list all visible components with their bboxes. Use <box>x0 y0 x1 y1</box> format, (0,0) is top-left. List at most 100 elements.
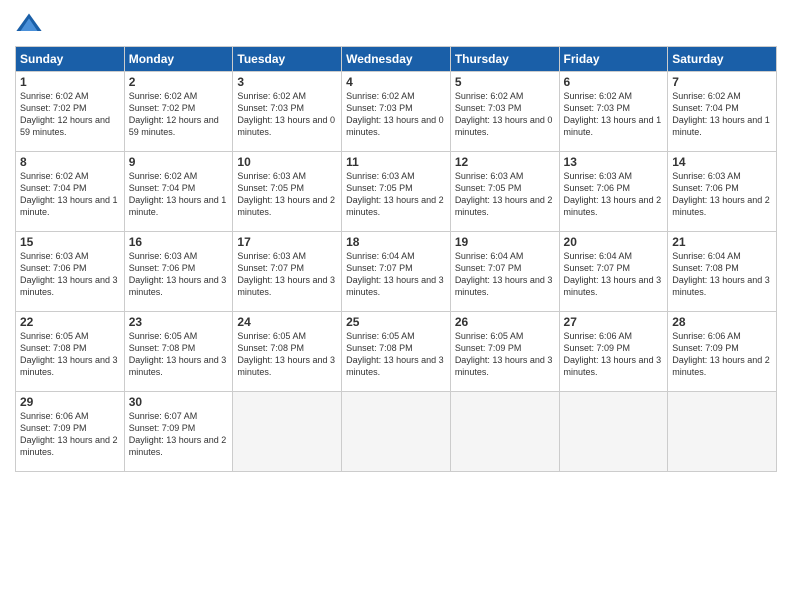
day-number: 29 <box>20 395 120 409</box>
day-info: Sunrise: 6:02 AMSunset: 7:02 PMDaylight:… <box>20 90 120 139</box>
day-info: Sunrise: 6:06 AMSunset: 7:09 PMDaylight:… <box>20 410 120 459</box>
day-info: Sunrise: 6:05 AMSunset: 7:08 PMDaylight:… <box>237 330 337 379</box>
calendar-cell: 4Sunrise: 6:02 AMSunset: 7:03 PMDaylight… <box>342 72 451 152</box>
day-number: 27 <box>564 315 664 329</box>
calendar-week-1: 1Sunrise: 6:02 AMSunset: 7:02 PMDaylight… <box>16 72 777 152</box>
calendar-cell: 14Sunrise: 6:03 AMSunset: 7:06 PMDayligh… <box>668 152 777 232</box>
day-number: 6 <box>564 75 664 89</box>
calendar-week-2: 8Sunrise: 6:02 AMSunset: 7:04 PMDaylight… <box>16 152 777 232</box>
day-number: 9 <box>129 155 229 169</box>
calendar-cell <box>450 392 559 472</box>
day-info: Sunrise: 6:03 AMSunset: 7:07 PMDaylight:… <box>237 250 337 299</box>
day-number: 5 <box>455 75 555 89</box>
calendar-cell: 22Sunrise: 6:05 AMSunset: 7:08 PMDayligh… <box>16 312 125 392</box>
day-number: 15 <box>20 235 120 249</box>
day-number: 19 <box>455 235 555 249</box>
day-number: 30 <box>129 395 229 409</box>
calendar-week-4: 22Sunrise: 6:05 AMSunset: 7:08 PMDayligh… <box>16 312 777 392</box>
day-number: 17 <box>237 235 337 249</box>
calendar-cell: 13Sunrise: 6:03 AMSunset: 7:06 PMDayligh… <box>559 152 668 232</box>
calendar-cell <box>559 392 668 472</box>
day-number: 10 <box>237 155 337 169</box>
calendar-cell: 24Sunrise: 6:05 AMSunset: 7:08 PMDayligh… <box>233 312 342 392</box>
calendar-cell: 5Sunrise: 6:02 AMSunset: 7:03 PMDaylight… <box>450 72 559 152</box>
day-info: Sunrise: 6:03 AMSunset: 7:05 PMDaylight:… <box>346 170 446 219</box>
calendar-cell: 9Sunrise: 6:02 AMSunset: 7:04 PMDaylight… <box>124 152 233 232</box>
day-number: 25 <box>346 315 446 329</box>
day-info: Sunrise: 6:03 AMSunset: 7:05 PMDaylight:… <box>455 170 555 219</box>
day-info: Sunrise: 6:02 AMSunset: 7:03 PMDaylight:… <box>346 90 446 139</box>
day-number: 21 <box>672 235 772 249</box>
day-info: Sunrise: 6:02 AMSunset: 7:02 PMDaylight:… <box>129 90 229 139</box>
day-info: Sunrise: 6:02 AMSunset: 7:03 PMDaylight:… <box>237 90 337 139</box>
day-number: 11 <box>346 155 446 169</box>
day-number: 12 <box>455 155 555 169</box>
calendar-cell: 18Sunrise: 6:04 AMSunset: 7:07 PMDayligh… <box>342 232 451 312</box>
day-number: 13 <box>564 155 664 169</box>
calendar-cell: 23Sunrise: 6:05 AMSunset: 7:08 PMDayligh… <box>124 312 233 392</box>
weekday-header-friday: Friday <box>559 47 668 72</box>
weekday-header-sunday: Sunday <box>16 47 125 72</box>
calendar-cell: 12Sunrise: 6:03 AMSunset: 7:05 PMDayligh… <box>450 152 559 232</box>
calendar-cell: 25Sunrise: 6:05 AMSunset: 7:08 PMDayligh… <box>342 312 451 392</box>
header <box>15 10 777 38</box>
calendar-cell: 30Sunrise: 6:07 AMSunset: 7:09 PMDayligh… <box>124 392 233 472</box>
calendar-header: SundayMondayTuesdayWednesdayThursdayFrid… <box>16 47 777 72</box>
calendar-body: 1Sunrise: 6:02 AMSunset: 7:02 PMDaylight… <box>16 72 777 472</box>
calendar-cell <box>342 392 451 472</box>
logo-icon <box>15 10 43 38</box>
day-info: Sunrise: 6:02 AMSunset: 7:03 PMDaylight:… <box>564 90 664 139</box>
day-number: 8 <box>20 155 120 169</box>
weekday-header-monday: Monday <box>124 47 233 72</box>
day-info: Sunrise: 6:04 AMSunset: 7:07 PMDaylight:… <box>455 250 555 299</box>
day-number: 26 <box>455 315 555 329</box>
day-number: 4 <box>346 75 446 89</box>
day-number: 7 <box>672 75 772 89</box>
calendar-cell: 2Sunrise: 6:02 AMSunset: 7:02 PMDaylight… <box>124 72 233 152</box>
day-info: Sunrise: 6:02 AMSunset: 7:04 PMDaylight:… <box>129 170 229 219</box>
calendar-cell: 19Sunrise: 6:04 AMSunset: 7:07 PMDayligh… <box>450 232 559 312</box>
day-info: Sunrise: 6:04 AMSunset: 7:08 PMDaylight:… <box>672 250 772 299</box>
calendar-cell: 10Sunrise: 6:03 AMSunset: 7:05 PMDayligh… <box>233 152 342 232</box>
day-info: Sunrise: 6:05 AMSunset: 7:08 PMDaylight:… <box>20 330 120 379</box>
day-info: Sunrise: 6:04 AMSunset: 7:07 PMDaylight:… <box>346 250 446 299</box>
day-number: 28 <box>672 315 772 329</box>
calendar-cell: 27Sunrise: 6:06 AMSunset: 7:09 PMDayligh… <box>559 312 668 392</box>
weekday-header-tuesday: Tuesday <box>233 47 342 72</box>
day-number: 24 <box>237 315 337 329</box>
calendar-cell: 7Sunrise: 6:02 AMSunset: 7:04 PMDaylight… <box>668 72 777 152</box>
day-number: 16 <box>129 235 229 249</box>
day-number: 20 <box>564 235 664 249</box>
weekday-header-saturday: Saturday <box>668 47 777 72</box>
calendar-cell: 28Sunrise: 6:06 AMSunset: 7:09 PMDayligh… <box>668 312 777 392</box>
day-info: Sunrise: 6:05 AMSunset: 7:09 PMDaylight:… <box>455 330 555 379</box>
logo <box>15 10 47 38</box>
calendar-week-3: 15Sunrise: 6:03 AMSunset: 7:06 PMDayligh… <box>16 232 777 312</box>
calendar-cell: 20Sunrise: 6:04 AMSunset: 7:07 PMDayligh… <box>559 232 668 312</box>
calendar-cell: 8Sunrise: 6:02 AMSunset: 7:04 PMDaylight… <box>16 152 125 232</box>
day-info: Sunrise: 6:07 AMSunset: 7:09 PMDaylight:… <box>129 410 229 459</box>
day-info: Sunrise: 6:02 AMSunset: 7:04 PMDaylight:… <box>672 90 772 139</box>
calendar-cell: 6Sunrise: 6:02 AMSunset: 7:03 PMDaylight… <box>559 72 668 152</box>
day-number: 23 <box>129 315 229 329</box>
day-number: 2 <box>129 75 229 89</box>
day-number: 18 <box>346 235 446 249</box>
day-info: Sunrise: 6:03 AMSunset: 7:06 PMDaylight:… <box>564 170 664 219</box>
calendar-cell: 1Sunrise: 6:02 AMSunset: 7:02 PMDaylight… <box>16 72 125 152</box>
day-info: Sunrise: 6:02 AMSunset: 7:03 PMDaylight:… <box>455 90 555 139</box>
day-number: 14 <box>672 155 772 169</box>
calendar-cell <box>233 392 342 472</box>
day-info: Sunrise: 6:06 AMSunset: 7:09 PMDaylight:… <box>672 330 772 379</box>
calendar-cell: 15Sunrise: 6:03 AMSunset: 7:06 PMDayligh… <box>16 232 125 312</box>
day-number: 3 <box>237 75 337 89</box>
calendar-cell: 29Sunrise: 6:06 AMSunset: 7:09 PMDayligh… <box>16 392 125 472</box>
calendar: SundayMondayTuesdayWednesdayThursdayFrid… <box>15 46 777 472</box>
calendar-cell: 3Sunrise: 6:02 AMSunset: 7:03 PMDaylight… <box>233 72 342 152</box>
calendar-cell <box>668 392 777 472</box>
day-info: Sunrise: 6:05 AMSunset: 7:08 PMDaylight:… <box>129 330 229 379</box>
weekday-row: SundayMondayTuesdayWednesdayThursdayFrid… <box>16 47 777 72</box>
calendar-cell: 17Sunrise: 6:03 AMSunset: 7:07 PMDayligh… <box>233 232 342 312</box>
day-info: Sunrise: 6:03 AMSunset: 7:06 PMDaylight:… <box>672 170 772 219</box>
calendar-cell: 21Sunrise: 6:04 AMSunset: 7:08 PMDayligh… <box>668 232 777 312</box>
day-info: Sunrise: 6:02 AMSunset: 7:04 PMDaylight:… <box>20 170 120 219</box>
